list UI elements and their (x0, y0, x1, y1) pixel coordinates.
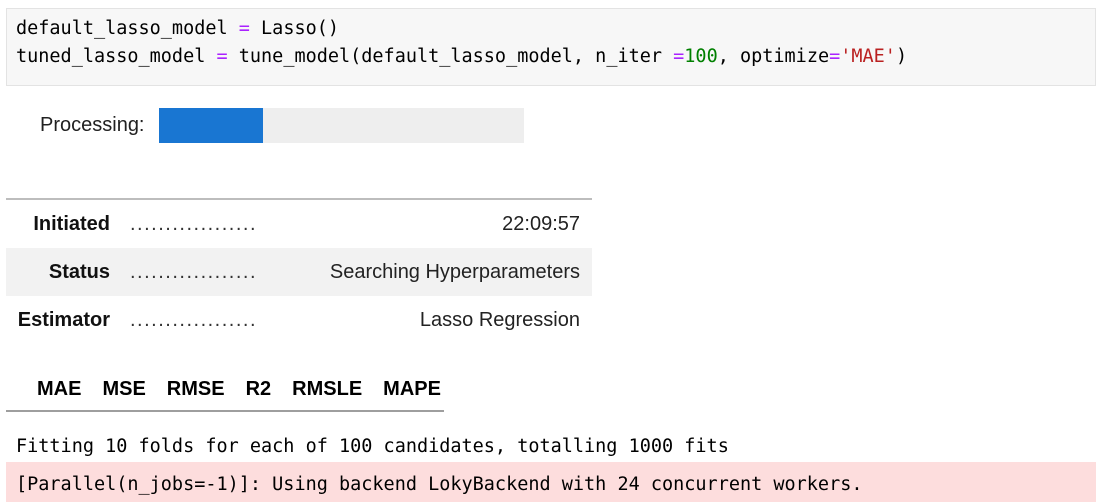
code-string: 'MAE' (840, 46, 896, 67)
metric-column-header: MAE (37, 377, 82, 400)
status-value: Lasso Regression (419, 308, 580, 331)
metric-column-header: MAPE (383, 377, 441, 400)
status-dots: .................. (130, 308, 258, 331)
code-token: ) (895, 46, 908, 67)
metric-column-header: R2 (245, 377, 272, 400)
metric-column-header: MSE (102, 377, 146, 400)
status-key: Estimator (17, 308, 110, 331)
stdout-output: Fitting 10 folds for each of 100 candida… (16, 436, 729, 457)
code-cell[interactable]: default_lasso_model = Lasso() tuned_lasso… (6, 8, 1096, 86)
status-row: Initiated.................. 22:09:57 (6, 200, 592, 248)
metric-column-header: RMSE (166, 377, 225, 400)
code-operator: = (216, 46, 228, 67)
code-line-1: default_lasso_model = Lasso() (16, 15, 1095, 43)
code-operator: = (829, 46, 841, 67)
code-token: default_lasso_model (16, 18, 239, 39)
status-dots: .................. (130, 260, 258, 283)
code-operator: = (238, 18, 250, 39)
progress-bar (158, 108, 524, 143)
status-table: Initiated.................. 22:09:57 Statu… (6, 198, 592, 344)
metrics-table-header: MAE MSE RMSE R2 RMSLE MAPE (6, 368, 444, 412)
status-key: Status (48, 260, 110, 283)
code-token: tuned_lasso_model (16, 46, 217, 67)
code-token: Lasso() (249, 18, 340, 39)
status-dots: .................. (130, 212, 258, 235)
stderr-output: [Parallel(n_jobs=-1)]: Using backend Lok… (6, 462, 1096, 502)
code-number: 100 (684, 46, 718, 67)
status-row: Status.................. Searching Hyperp… (6, 248, 592, 296)
status-row: Estimator.................. Lasso Regress… (6, 296, 592, 344)
processing-indicator: Processing: (40, 108, 524, 143)
processing-label: Processing: (40, 114, 145, 136)
metric-column-header: RMSLE (292, 377, 363, 400)
status-key: Initiated (33, 212, 110, 235)
code-token: tune_model(default_lasso_model, n_iter (227, 46, 674, 67)
code-line-2: tuned_lasso_model = tune_model(default_l… (16, 43, 1095, 71)
code-operator: = (673, 46, 685, 67)
status-value: 22:09:57 (502, 212, 580, 235)
progress-bar-fill (158, 108, 263, 143)
code-token: , optimize (717, 46, 830, 67)
status-value: Searching Hyperparameters (329, 260, 580, 283)
